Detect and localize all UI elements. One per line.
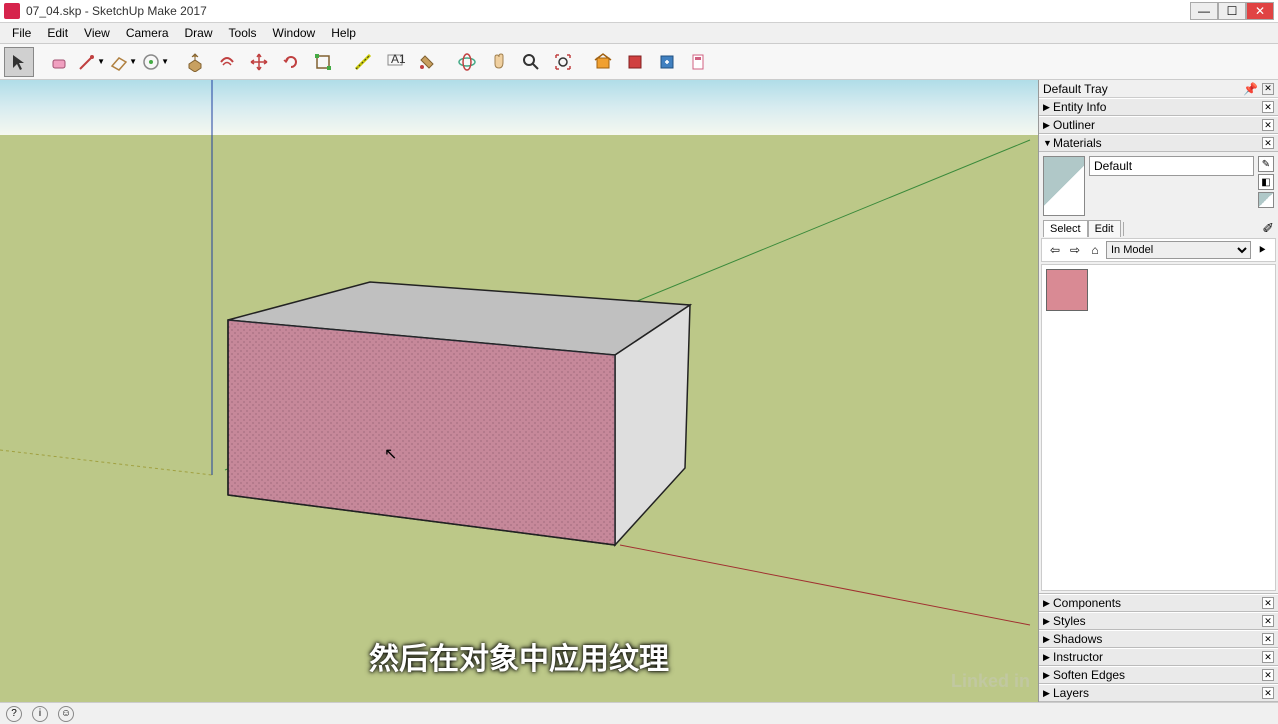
- tray-close-icon[interactable]: ✕: [1262, 83, 1274, 95]
- chevron-right-icon: ▶: [1043, 616, 1053, 627]
- panel-styles[interactable]: ▶Styles✕: [1039, 612, 1278, 630]
- eraser-tool[interactable]: [44, 47, 74, 77]
- menu-bar: File Edit View Camera Draw Tools Window …: [0, 23, 1278, 44]
- menu-edit[interactable]: Edit: [39, 24, 76, 42]
- chevron-right-icon: ▶: [1043, 670, 1053, 681]
- chevron-right-icon: ▶: [1043, 652, 1053, 663]
- shape-tool[interactable]: ▼: [108, 47, 138, 77]
- material-swatches: [1041, 264, 1276, 591]
- scale-tool[interactable]: [308, 47, 338, 77]
- tray-title: Default Tray: [1043, 82, 1108, 96]
- pushpull-tool[interactable]: [180, 47, 210, 77]
- svg-text:A1: A1: [391, 52, 405, 66]
- menu-camera[interactable]: Camera: [118, 24, 177, 42]
- pin-icon[interactable]: 📌: [1243, 82, 1258, 96]
- menu-help[interactable]: Help: [323, 24, 364, 42]
- toolbar: ▼ ▼ ▼ A1: [0, 44, 1278, 80]
- chevron-right-icon: ▶: [1043, 102, 1053, 113]
- text-tool[interactable]: A1: [380, 47, 410, 77]
- orbit-tool[interactable]: [452, 47, 482, 77]
- pan-tool[interactable]: [484, 47, 514, 77]
- app-icon: [4, 3, 20, 19]
- panel-close-icon[interactable]: ✕: [1262, 137, 1274, 149]
- line-tool[interactable]: ▼: [76, 47, 106, 77]
- default-tray: Default Tray 📌 ✕ ▶Entity Info✕ ▶Outliner…: [1038, 80, 1278, 702]
- chevron-down-icon: ▼: [1043, 138, 1053, 148]
- offset-tool[interactable]: [212, 47, 242, 77]
- layout-tool[interactable]: [684, 47, 714, 77]
- materials-panel-body: ✎ ◧ Select Edit ✐ ⇦ ⇨ ⌂ In Model ⯈: [1039, 152, 1278, 594]
- minimize-button[interactable]: —: [1190, 2, 1218, 20]
- panel-close-icon[interactable]: ✕: [1262, 669, 1274, 681]
- materials-tabs: Select Edit ✐: [1039, 220, 1278, 238]
- status-bar: ? i ☺: [0, 702, 1278, 724]
- panel-close-icon[interactable]: ✕: [1262, 101, 1274, 113]
- panel-layers[interactable]: ▶Layers✕: [1039, 684, 1278, 702]
- main-content: ↖ 然后在对象中应用纹理 Linked in Default Tray 📌 ✕ …: [0, 80, 1278, 702]
- panel-entity-info[interactable]: ▶Entity Info✕: [1039, 98, 1278, 116]
- rotate-tool[interactable]: [276, 47, 306, 77]
- viewport-scene: [0, 80, 1038, 700]
- window-title: 07_04.skp - SketchUp Make 2017: [26, 4, 1190, 18]
- tray-header: Default Tray 📌 ✕: [1039, 80, 1278, 98]
- components-tool[interactable]: [620, 47, 650, 77]
- watermark: Linked in: [951, 671, 1030, 692]
- panel-close-icon[interactable]: ✕: [1262, 615, 1274, 627]
- nav-back-icon[interactable]: ⇦: [1046, 241, 1064, 259]
- panel-close-icon[interactable]: ✕: [1262, 119, 1274, 131]
- zoom-tool[interactable]: [516, 47, 546, 77]
- panel-soften-edges[interactable]: ▶Soften Edges✕: [1039, 666, 1278, 684]
- maximize-button[interactable]: ☐: [1218, 2, 1246, 20]
- panel-shadows[interactable]: ▶Shadows✕: [1039, 630, 1278, 648]
- panel-components[interactable]: ▶Components✕: [1039, 594, 1278, 612]
- extension-tool[interactable]: [652, 47, 682, 77]
- menu-file[interactable]: File: [4, 24, 39, 42]
- menu-view[interactable]: View: [76, 24, 118, 42]
- tab-edit[interactable]: Edit: [1088, 220, 1121, 237]
- panel-close-icon[interactable]: ✕: [1262, 687, 1274, 699]
- eyedropper-icon[interactable]: ✐: [1262, 220, 1274, 237]
- create-material-icon[interactable]: ✎: [1258, 156, 1274, 172]
- panel-instructor[interactable]: ▶Instructor✕: [1039, 648, 1278, 666]
- tab-select[interactable]: Select: [1043, 220, 1088, 237]
- info-icon[interactable]: i: [32, 706, 48, 722]
- title-bar: 07_04.skp - SketchUp Make 2017 — ☐ ✕: [0, 0, 1278, 23]
- warehouse-tool[interactable]: [588, 47, 618, 77]
- panel-close-icon[interactable]: ✕: [1262, 651, 1274, 663]
- close-button[interactable]: ✕: [1246, 2, 1274, 20]
- material-library-select[interactable]: In Model: [1106, 241, 1251, 259]
- chevron-right-icon: ▶: [1043, 688, 1053, 699]
- window-controls: — ☐ ✕: [1190, 2, 1274, 20]
- menu-tools[interactable]: Tools: [221, 24, 265, 42]
- help-icon[interactable]: ?: [6, 706, 22, 722]
- arc-tool[interactable]: ▼: [140, 47, 170, 77]
- user-icon[interactable]: ☺: [58, 706, 74, 722]
- material-swatch[interactable]: [1046, 269, 1088, 311]
- menu-window[interactable]: Window: [265, 24, 324, 42]
- tape-tool[interactable]: [348, 47, 378, 77]
- home-icon[interactable]: ⌂: [1086, 241, 1104, 259]
- select-tool[interactable]: [4, 47, 34, 77]
- chevron-right-icon: ▶: [1043, 598, 1053, 609]
- display-secondary-icon[interactable]: ◧: [1258, 174, 1274, 190]
- chevron-right-icon: ▶: [1043, 120, 1053, 131]
- panel-close-icon[interactable]: ✕: [1262, 633, 1274, 645]
- chevron-right-icon: ▶: [1043, 634, 1053, 645]
- default-material-icon[interactable]: [1258, 192, 1274, 208]
- paint-tool[interactable]: [412, 47, 442, 77]
- viewport-3d[interactable]: ↖ 然后在对象中应用纹理 Linked in: [0, 80, 1038, 702]
- zoom-extents-tool[interactable]: [548, 47, 578, 77]
- panel-materials[interactable]: ▼Materials✕: [1039, 134, 1278, 152]
- nav-forward-icon[interactable]: ⇨: [1066, 241, 1084, 259]
- material-preview[interactable]: [1043, 156, 1085, 216]
- subtitle-text: 然后在对象中应用纹理: [369, 634, 669, 678]
- panel-outliner[interactable]: ▶Outliner✕: [1039, 116, 1278, 134]
- move-tool[interactable]: [244, 47, 274, 77]
- panel-close-icon[interactable]: ✕: [1262, 597, 1274, 609]
- material-name-input[interactable]: [1089, 156, 1254, 176]
- materials-nav: ⇦ ⇨ ⌂ In Model ⯈: [1041, 238, 1276, 262]
- menu-draw[interactable]: Draw: [177, 24, 221, 42]
- details-icon[interactable]: ⯈: [1253, 241, 1271, 259]
